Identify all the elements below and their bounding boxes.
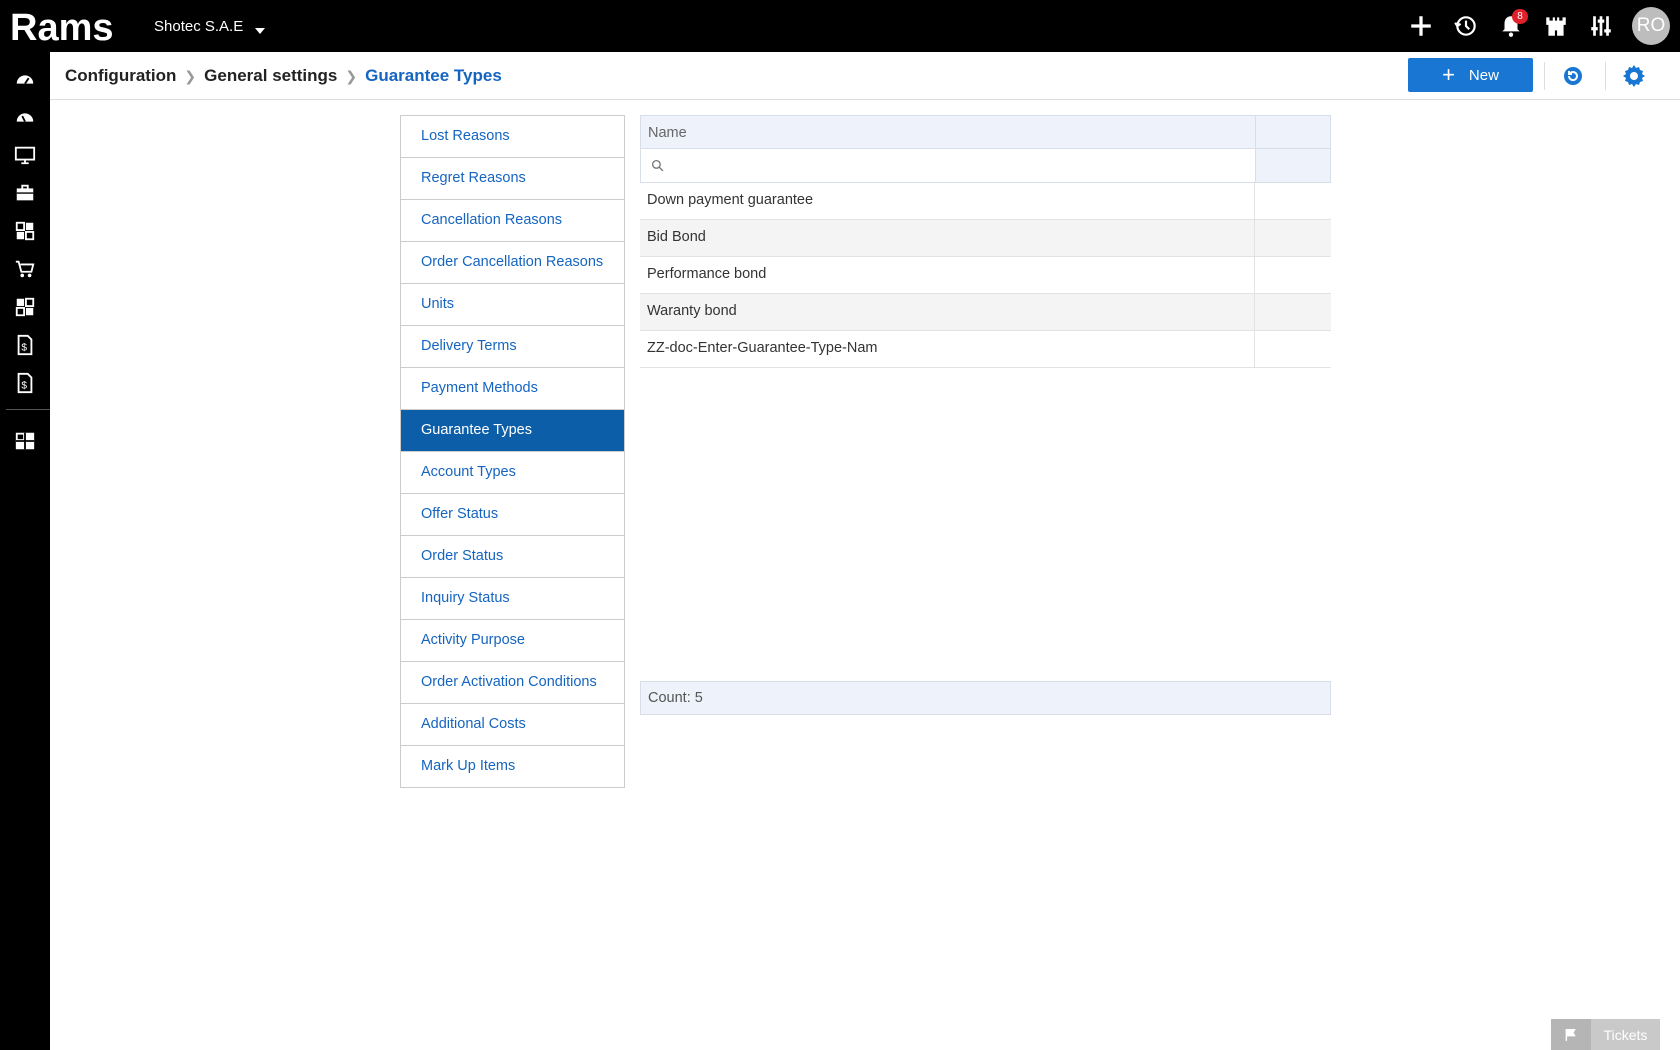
- table-row[interactable]: ZZ-doc-Enter-Guarantee-Type-Nam: [640, 331, 1331, 368]
- filter-actions-cell: [1256, 149, 1330, 182]
- plus-icon: +: [1442, 62, 1455, 87]
- breadcrumb: Configuration ❯ General settings ❯ Guara…: [65, 52, 502, 100]
- refresh-icon[interactable]: [1561, 64, 1585, 88]
- modules-icon[interactable]: [0, 213, 50, 249]
- menu-item-guarantee-types[interactable]: Guarantee Types: [401, 410, 624, 452]
- toolbar-divider: [1544, 62, 1545, 90]
- menu-item-inquiry-status[interactable]: Inquiry Status: [401, 578, 624, 620]
- menu-item-order-activation-conditions[interactable]: Order Activation Conditions: [401, 662, 624, 704]
- logo-text: Rams: [10, 7, 114, 46]
- monitor-icon[interactable]: [0, 137, 50, 173]
- row-name: Waranty bond: [640, 294, 1255, 330]
- column-header-actions: [1256, 116, 1330, 148]
- new-button[interactable]: + New: [1408, 58, 1533, 92]
- grid-filter-row: [640, 149, 1331, 183]
- breadcrumb-bar: Configuration ❯ General settings ❯ Guara…: [50, 52, 1680, 100]
- new-button-label: New: [1468, 66, 1499, 84]
- menu-item-units[interactable]: Units: [401, 284, 624, 326]
- menu-item-additional-costs[interactable]: Additional Costs: [401, 704, 624, 746]
- user-avatar[interactable]: RO: [1632, 7, 1670, 45]
- row-name: Down payment guarantee: [640, 183, 1255, 219]
- menu-item-delivery-terms[interactable]: Delivery Terms: [401, 326, 624, 368]
- rail-divider: [6, 409, 50, 410]
- dashboard-icon[interactable]: [0, 61, 50, 97]
- breadcrumb-general-settings[interactable]: General settings: [204, 66, 337, 86]
- cart-icon[interactable]: [0, 251, 50, 287]
- row-name: Bid Bond: [640, 220, 1255, 256]
- settings-menu: Lost Reasons Regret Reasons Cancellation…: [400, 115, 625, 788]
- chevron-down-icon: [255, 28, 266, 34]
- grid-header: Name: [640, 115, 1331, 149]
- table-row[interactable]: Down payment guarantee: [640, 183, 1331, 220]
- tickets-button[interactable]: Tickets: [1551, 1019, 1660, 1050]
- breadcrumb-guarantee-types: Guarantee Types: [365, 66, 502, 85]
- table-row[interactable]: Bid Bond: [640, 220, 1331, 257]
- rams-logo[interactable]: Rams: [10, 6, 130, 46]
- menu-item-lost-reasons[interactable]: Lost Reasons: [401, 116, 624, 158]
- castle-icon[interactable]: [1539, 9, 1573, 43]
- table-row[interactable]: Waranty bond: [640, 294, 1331, 331]
- dashboard-alt-icon[interactable]: [0, 99, 50, 135]
- sliders-icon[interactable]: [1584, 9, 1618, 43]
- guarantee-types-grid: Name Down payment guarantee Bid Bond Per…: [640, 115, 1331, 368]
- name-filter-input[interactable]: [670, 157, 1250, 174]
- svg-text:$: $: [21, 381, 27, 392]
- menu-item-order-cancellation-reasons[interactable]: Order Cancellation Reasons: [401, 242, 624, 284]
- top-bar: Rams Shotec S.A.E 8 RO: [0, 0, 1680, 52]
- toolbar-divider: [1605, 62, 1606, 90]
- flag-icon: [1551, 1019, 1591, 1050]
- gear-icon[interactable]: [1622, 64, 1646, 88]
- row-name: ZZ-doc-Enter-Guarantee-Type-Nam: [640, 331, 1255, 367]
- menu-item-regret-reasons[interactable]: Regret Reasons: [401, 158, 624, 200]
- menu-item-activity-purpose[interactable]: Activity Purpose: [401, 620, 624, 662]
- menu-item-account-types[interactable]: Account Types: [401, 452, 624, 494]
- invoice-alt-icon[interactable]: $: [0, 365, 50, 401]
- company-name: Shotec S.A.E: [154, 18, 244, 35]
- breadcrumb-configuration[interactable]: Configuration: [65, 66, 176, 86]
- notification-badge: 8: [1512, 9, 1528, 24]
- left-rail: $ $: [0, 52, 50, 1050]
- chevron-right-icon: ❯: [184, 67, 197, 84]
- tickets-label: Tickets: [1603, 1026, 1648, 1043]
- table-row[interactable]: Performance bond: [640, 257, 1331, 294]
- plus-icon[interactable]: [1404, 9, 1438, 43]
- report-icon[interactable]: [0, 423, 50, 459]
- grid-count: Count: 5: [640, 681, 1331, 715]
- modules-alt-icon[interactable]: [0, 289, 50, 325]
- menu-item-offer-status[interactable]: Offer Status: [401, 494, 624, 536]
- column-header-name[interactable]: Name: [641, 116, 1256, 148]
- chevron-right-icon: ❯: [345, 67, 358, 84]
- briefcase-icon[interactable]: [0, 175, 50, 211]
- bell-icon[interactable]: 8: [1494, 9, 1528, 43]
- company-selector[interactable]: Shotec S.A.E: [154, 18, 266, 35]
- menu-item-mark-up-items[interactable]: Mark Up Items: [401, 746, 624, 787]
- search-icon: [651, 159, 664, 172]
- svg-text:$: $: [21, 343, 27, 354]
- menu-item-cancellation-reasons[interactable]: Cancellation Reasons: [401, 200, 624, 242]
- invoice-icon[interactable]: $: [0, 327, 50, 363]
- row-name: Performance bond: [640, 257, 1255, 293]
- history-icon[interactable]: [1449, 9, 1483, 43]
- menu-item-payment-methods[interactable]: Payment Methods: [401, 368, 624, 410]
- menu-item-order-status[interactable]: Order Status: [401, 536, 624, 578]
